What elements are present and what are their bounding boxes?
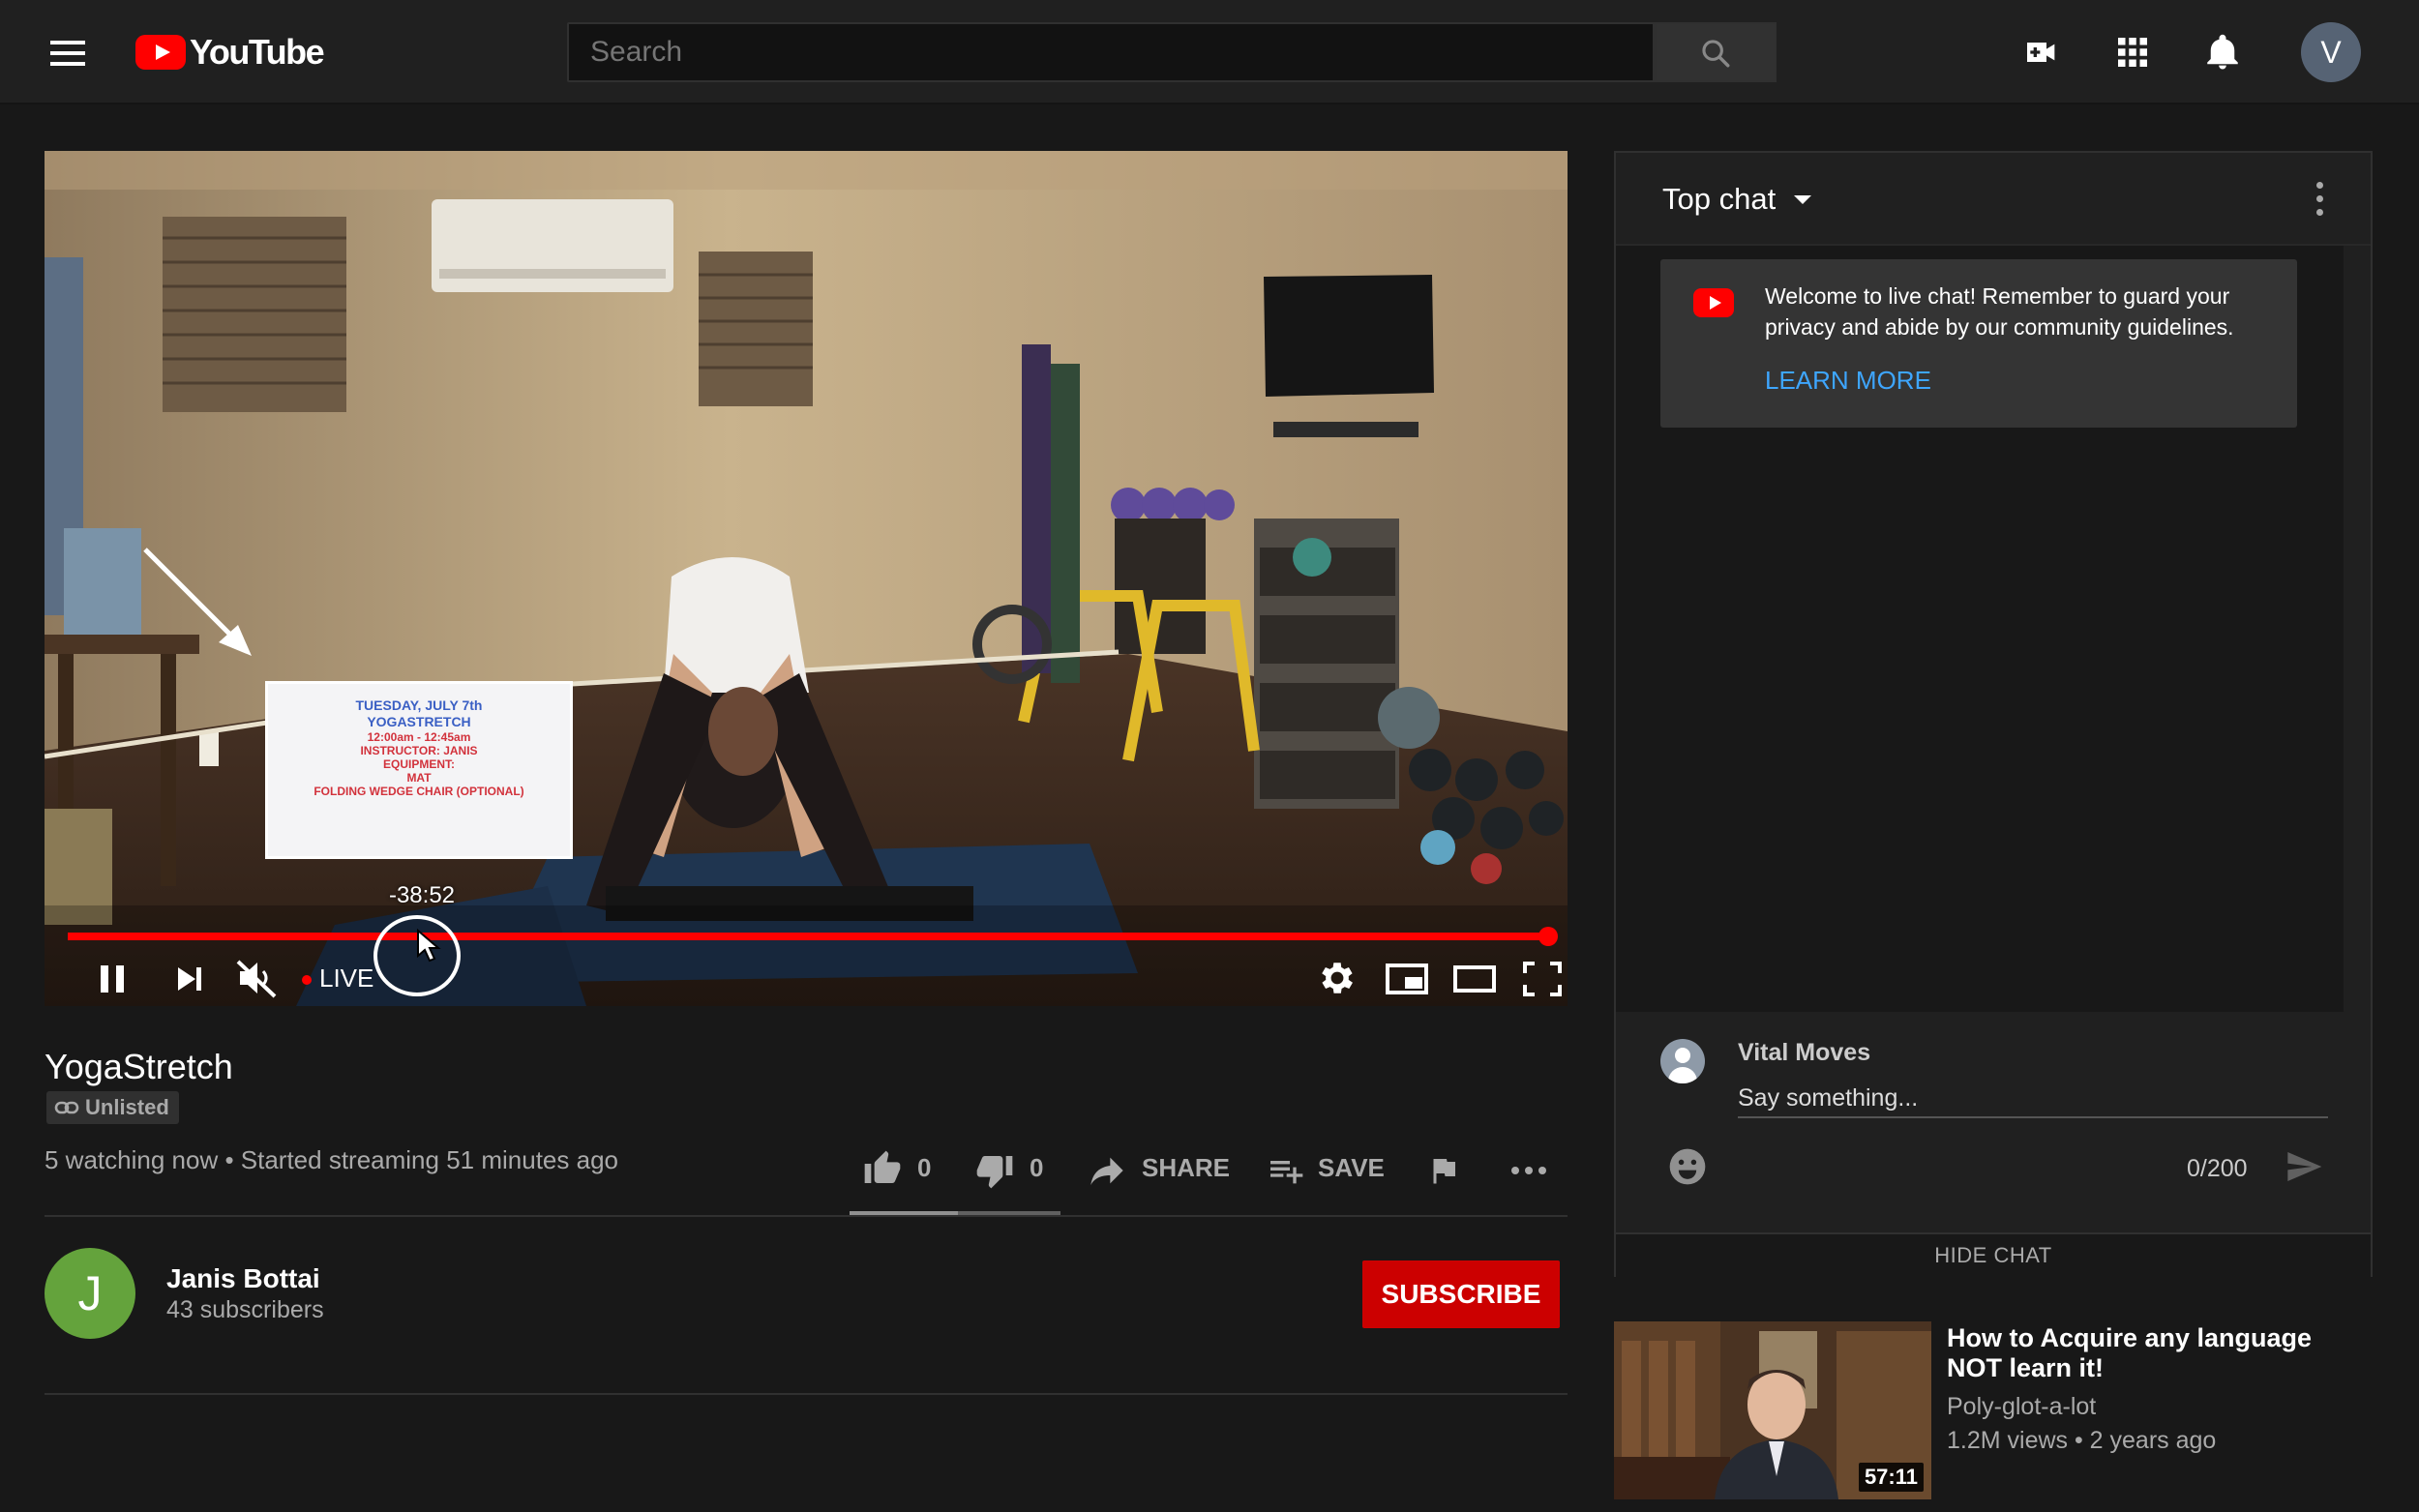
chat-composer: Vital Moves 0/200 xyxy=(1616,1012,2371,1232)
notifications-bell-icon[interactable] xyxy=(2202,31,2243,74)
account-avatar[interactable]: V xyxy=(2301,22,2361,82)
recommended-video-title[interactable]: How to Acquire any language NOT learn it… xyxy=(1947,1323,2353,1383)
chat-menu-icon[interactable] xyxy=(2316,182,2323,217)
mouse-cursor-icon xyxy=(417,929,441,963)
apps-grid-icon[interactable] xyxy=(2113,31,2152,74)
dislike-thumbs-down-icon[interactable] xyxy=(975,1151,1014,1190)
scrub-preview-thumbnail: TUESDAY, JULY 7th YOGASTRETCH 12:00am - … xyxy=(265,681,573,859)
preview-line: INSTRUCTOR: JANIS xyxy=(360,744,478,757)
youtube-logo[interactable]: YouTube xyxy=(135,32,325,72)
video-player[interactable]: TUESDAY, JULY 7th YOGASTRETCH 12:00am - … xyxy=(45,151,1568,1006)
chat-scrollbar[interactable] xyxy=(2344,246,2371,1012)
share-arrow-icon[interactable] xyxy=(1088,1151,1126,1190)
video-duration: 57:11 xyxy=(1858,1463,1924,1492)
live-badge[interactable]: LIVE xyxy=(319,964,373,993)
subscriber-count: 43 subscribers xyxy=(166,1296,324,1323)
user-avatar-icon xyxy=(1660,1039,1705,1083)
miniplayer-icon[interactable] xyxy=(1384,950,1430,1006)
link-icon xyxy=(54,1101,79,1114)
chat-user-name: Vital Moves xyxy=(1738,1039,1871,1066)
menu-icon[interactable] xyxy=(50,41,85,66)
like-count: 0 xyxy=(917,1153,932,1182)
like-thumbs-up-icon[interactable] xyxy=(863,1149,902,1188)
video-actions: 0 0 SHARE SAVE xyxy=(0,1149,1587,1190)
preview-line: TUESDAY, JULY 7th xyxy=(355,697,483,713)
character-count: 0/200 xyxy=(2187,1155,2248,1182)
preview-line: MAT xyxy=(406,771,432,785)
divider xyxy=(45,1393,1568,1395)
welcome-banner: Welcome to live chat! Remember to guard … xyxy=(1660,259,2297,428)
progress-bar[interactable] xyxy=(68,933,1548,940)
dropdown-caret-icon[interactable] xyxy=(1794,195,1811,204)
learn-more-link[interactable]: LEARN MORE xyxy=(1765,366,1931,396)
recommended-video-channel[interactable]: Poly-glot-a-lot xyxy=(1947,1393,2096,1421)
logo-text: YouTube xyxy=(190,32,325,72)
emoji-icon[interactable] xyxy=(1666,1145,1709,1188)
divider xyxy=(45,1215,1568,1217)
preview-line: EQUIPMENT: xyxy=(382,757,455,771)
preview-line: YOGASTRETCH xyxy=(367,714,471,729)
pause-icon[interactable] xyxy=(93,950,132,1006)
save-playlist-add-icon[interactable] xyxy=(1266,1151,1304,1190)
video-frame xyxy=(45,151,1568,1006)
share-button[interactable]: SHARE xyxy=(1142,1153,1230,1183)
more-actions-icon[interactable] xyxy=(1509,1161,1548,1180)
preview-line: 12:00am - 12:45am xyxy=(367,730,471,744)
channel-name[interactable]: Janis Bottai xyxy=(166,1263,320,1294)
save-button[interactable]: SAVE xyxy=(1318,1153,1385,1183)
send-icon[interactable] xyxy=(2282,1147,2326,1186)
youtube-logo-icon xyxy=(1693,288,1734,317)
live-chat-panel: Top chat Welcome to live chat! Remember … xyxy=(1614,151,2373,1277)
recommended-video-meta: 1.2M views • 2 years ago xyxy=(1947,1427,2217,1454)
settings-gear-icon[interactable] xyxy=(1316,950,1359,1006)
subscribe-button[interactable]: SUBSCRIBE xyxy=(1362,1260,1560,1328)
dislike-count: 0 xyxy=(1030,1153,1044,1182)
report-flag-icon[interactable] xyxy=(1426,1151,1461,1190)
chat-header: Top chat xyxy=(1616,153,2371,246)
preview-line: FOLDING WEDGE CHAIR (OPTIONAL) xyxy=(314,785,524,798)
recommended-video-thumbnail[interactable]: 57:11 xyxy=(1614,1321,1931,1499)
channel-avatar[interactable]: J xyxy=(45,1248,135,1339)
theater-mode-icon[interactable] xyxy=(1451,950,1498,1006)
unlisted-badge: Unlisted xyxy=(46,1091,179,1124)
create-video-icon[interactable] xyxy=(2022,31,2061,74)
search-icon xyxy=(1702,40,1730,68)
scrub-time-tooltip: -38:52 xyxy=(388,882,456,908)
top-bar: YouTube V xyxy=(0,0,2419,104)
player-controls: LIVE xyxy=(45,950,1568,1006)
progress-scrubber-handle[interactable] xyxy=(1538,927,1558,946)
youtube-play-icon xyxy=(135,35,186,70)
next-video-icon[interactable] xyxy=(170,950,209,1006)
search-button[interactable] xyxy=(1655,22,1777,82)
live-indicator-dot xyxy=(302,975,312,985)
unlisted-label: Unlisted xyxy=(85,1095,169,1119)
chat-message-input[interactable] xyxy=(1738,1080,2328,1118)
muted-volume-icon[interactable] xyxy=(234,950,283,1006)
chat-mode-selector[interactable]: Top chat xyxy=(1662,182,1776,217)
video-title: YogaStretch xyxy=(45,1047,233,1086)
welcome-message: Welcome to live chat! Remember to guard … xyxy=(1765,283,2234,340)
search-input[interactable] xyxy=(567,22,1655,82)
fullscreen-icon[interactable] xyxy=(1519,950,1566,1006)
hide-chat-button[interactable]: HIDE CHAT xyxy=(1616,1232,2371,1277)
